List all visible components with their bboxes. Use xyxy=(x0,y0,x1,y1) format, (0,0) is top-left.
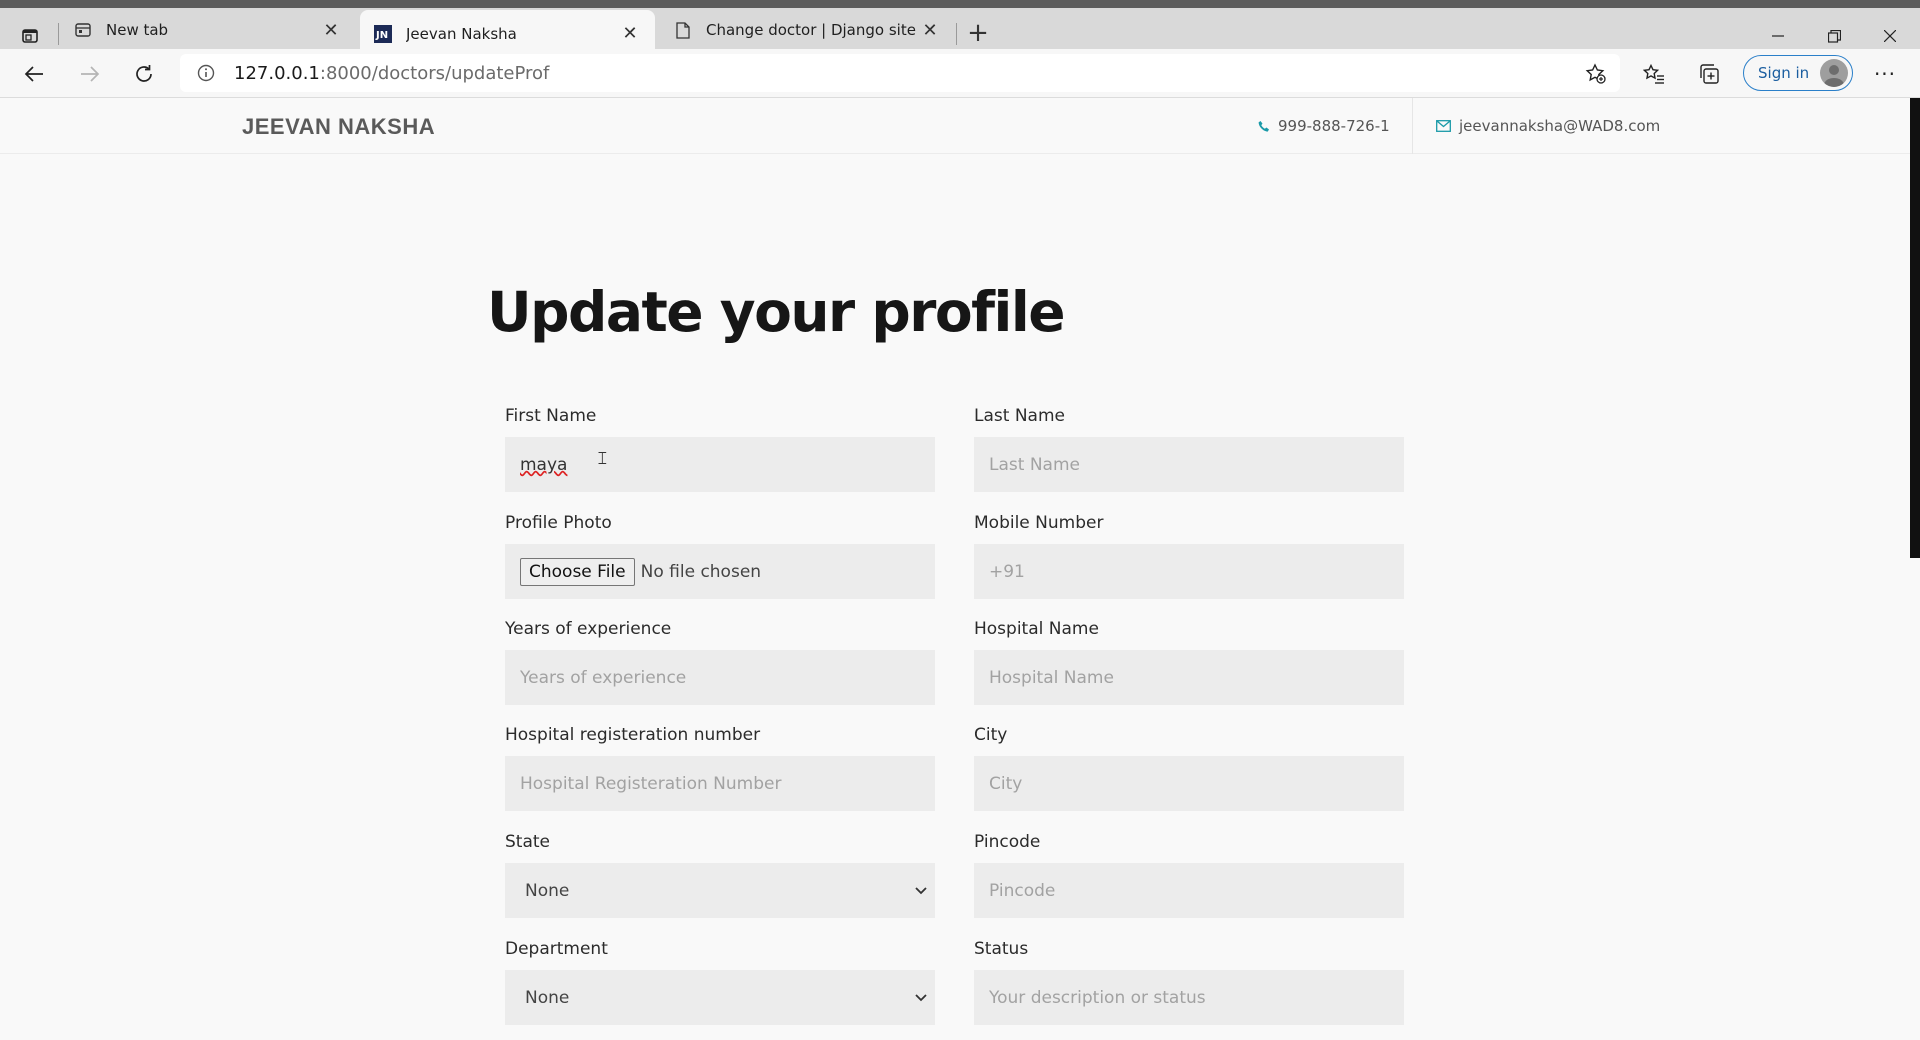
tab-title: New tab xyxy=(106,21,169,39)
choose-file-button[interactable]: Choose File xyxy=(520,557,635,586)
tab-title: Jeevan Naksha xyxy=(406,24,517,43)
sign-in-label: Sign in xyxy=(1758,64,1810,82)
city-label: City xyxy=(974,725,1008,745)
contact-email: jeevannaksha@WAD8.com xyxy=(1436,117,1660,135)
close-tab-icon[interactable]: ✕ xyxy=(619,23,641,45)
state-selected: None xyxy=(525,880,570,901)
tab-django-admin[interactable]: Change doctor | Django site adm ✕ xyxy=(660,11,955,49)
svg-text:JN: JN xyxy=(375,30,388,41)
city-input[interactable]: City xyxy=(974,756,1404,811)
page-scrollbar[interactable] xyxy=(1910,98,1920,558)
sign-in-button[interactable]: Sign in xyxy=(1743,55,1853,91)
settings-more-icon[interactable]: ··· xyxy=(1865,57,1905,91)
mobile-number-label: Mobile Number xyxy=(974,513,1104,533)
phone-text: 999-888-726-1 xyxy=(1278,117,1390,135)
department-select[interactable]: None xyxy=(505,970,935,1025)
first-name-label: First Name xyxy=(505,406,597,426)
avatar-icon xyxy=(1820,59,1848,87)
hospital-reg-label: Hospital registeration number xyxy=(505,725,761,745)
state-label: State xyxy=(505,832,550,852)
document-icon xyxy=(674,21,692,39)
profile-photo-label: Profile Photo xyxy=(505,513,612,533)
refresh-icon[interactable] xyxy=(126,57,162,91)
status-label: Status xyxy=(974,939,1029,959)
text-cursor-icon: 𝙸 xyxy=(596,448,609,469)
header-divider xyxy=(1412,98,1413,154)
state-select[interactable]: None xyxy=(505,863,935,918)
newtab-page-icon xyxy=(74,21,92,39)
pincode-input[interactable]: Pincode xyxy=(974,863,1404,918)
status-input[interactable]: Your description or status xyxy=(974,970,1404,1025)
hospital-name-input[interactable]: Hospital Name xyxy=(974,650,1404,705)
mobile-number-input[interactable]: +91 xyxy=(974,544,1404,599)
forward-arrow-icon[interactable] xyxy=(72,57,108,91)
chevron-down-icon xyxy=(915,883,927,899)
file-status: No file chosen xyxy=(640,561,762,582)
hospital-reg-input[interactable]: Hospital Registeration Number xyxy=(505,756,935,811)
last-name-label: Last Name xyxy=(974,406,1065,426)
add-favorite-icon[interactable] xyxy=(1582,60,1610,88)
close-tab-icon[interactable]: ✕ xyxy=(320,19,342,41)
new-tab-button[interactable]: + xyxy=(964,20,992,48)
first-name-input[interactable]: maya xyxy=(505,437,935,492)
browser-tab-strip: New tab ✕ JN Jeevan Naksha ✕ Change doct… xyxy=(0,0,1920,57)
close-tab-icon[interactable]: ✕ xyxy=(919,19,941,41)
experience-label: Years of experience xyxy=(505,619,672,639)
department-label: Department xyxy=(505,939,608,959)
collections-icon[interactable] xyxy=(1691,57,1727,91)
phone-icon xyxy=(1258,120,1270,133)
page-title: Update your profile xyxy=(487,280,1066,344)
url-text: 127.0.0.1:8000/doctors/updateProf xyxy=(234,62,550,84)
department-selected: None xyxy=(525,987,570,1008)
chevron-down-icon xyxy=(915,990,927,1006)
favorites-icon[interactable] xyxy=(1636,57,1672,91)
address-bar[interactable]: 127.0.0.1:8000/doctors/updateProf xyxy=(180,54,1620,92)
contact-phone: 999-888-726-1 xyxy=(1258,117,1390,135)
web-page: JEEVAN NAKSHA 999-888-726-1 jeevannaksha… xyxy=(0,98,1920,1040)
tab-new-tab[interactable]: New tab ✕ xyxy=(60,11,356,49)
hospital-name-label: Hospital Name xyxy=(974,619,1099,639)
jn-favicon: JN xyxy=(374,24,392,43)
experience-input[interactable]: Years of experience xyxy=(505,650,935,705)
profile-photo-input: Choose File No file chosen xyxy=(505,544,935,599)
pincode-label: Pincode xyxy=(974,832,1041,852)
site-header: JEEVAN NAKSHA 999-888-726-1 jeevannaksha… xyxy=(0,98,1910,154)
last-name-input[interactable]: Last Name xyxy=(974,437,1404,492)
email-text: jeevannaksha@WAD8.com xyxy=(1459,117,1661,135)
site-info-icon[interactable] xyxy=(186,64,226,82)
back-arrow-icon[interactable] xyxy=(16,57,52,91)
tab-title: Change doctor | Django site adm xyxy=(706,21,919,39)
envelope-icon xyxy=(1436,120,1451,132)
site-brand[interactable]: JEEVAN NAKSHA xyxy=(242,114,435,140)
browser-toolbar: 127.0.0.1:8000/doctors/updateProf Sign i… xyxy=(0,49,1920,98)
